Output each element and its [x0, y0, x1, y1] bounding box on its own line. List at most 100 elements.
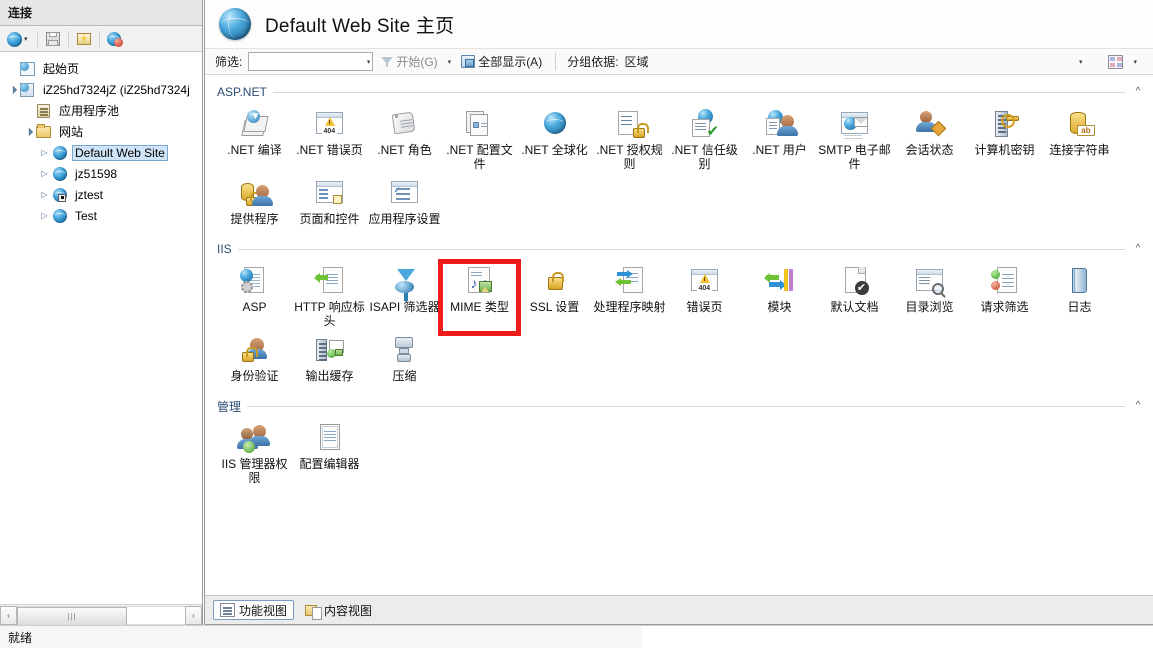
feature-tile-label: 应用程序设置 — [368, 212, 441, 226]
start-button[interactable] — [74, 29, 94, 49]
feature-tile-session-state[interactable]: 会话状态 — [892, 106, 967, 175]
scroll-right-arrow[interactable]: › — [185, 605, 202, 625]
tree-expand-arrow[interactable]: ▷ — [38, 167, 51, 180]
feature-tile-request-filtering[interactable]: 请求筛选 — [967, 263, 1042, 332]
feature-tile-http-response-headers[interactable]: HTTP 响应标头 — [292, 263, 367, 332]
start-page-icon — [19, 61, 37, 77]
tree-expand-arrow[interactable]: ▷ — [38, 188, 51, 201]
tree-item-应用程序池[interactable]: 应用程序池 — [0, 100, 202, 121]
feature-tile-isapi-filters[interactable]: ISAPI 筛选器 — [367, 263, 442, 332]
filter-dropdown-caret[interactable]: ▾ — [365, 58, 373, 66]
asp-icon — [239, 265, 271, 297]
feature-tile-asp[interactable]: ASP — [217, 263, 292, 332]
connect-dropdown-caret[interactable]: ▾ — [24, 35, 32, 43]
tree-item-label: Default Web Site — [72, 144, 168, 161]
feature-tile-net-compilation[interactable]: ▼ .NET 编译 — [217, 106, 292, 175]
tree-expand-arrow[interactable]: ▷ — [38, 146, 51, 159]
feature-tile-directory-browsing[interactable]: 目录浏览 — [892, 263, 967, 332]
feature-tile-iis-manager-permissions[interactable]: IIS 管理器权限 — [217, 420, 292, 489]
feature-tile-smtp-email[interactable]: SMTP 电子邮件 — [817, 106, 892, 175]
filter-go-label: 开始(G) — [396, 55, 438, 69]
group-by-value[interactable]: 区域 — [625, 53, 649, 70]
save-connections-button[interactable] — [43, 29, 63, 49]
tree-item-label: jztest — [75, 187, 104, 202]
feature-tile-logging[interactable]: 日志 — [1042, 263, 1117, 332]
feature-tile-net-error-pages[interactable]: 404 .NET 错误页 — [292, 106, 367, 175]
feature-tile-net-globalization[interactable]: .NET 全球化 — [517, 106, 592, 175]
filter-input[interactable] — [249, 53, 365, 70]
start-task-icon — [76, 31, 92, 47]
section-collapse-chevron[interactable]: ^ — [1131, 401, 1145, 411]
tree-item-iz25hd7324jz-(iz25hd7324j[interactable]: ◢ iZ25hd7324jZ (iZ25hd7324j — [0, 79, 202, 100]
feature-tile-net-trust-levels[interactable]: ✔ .NET 信任级别 — [667, 106, 742, 175]
feature-tile-connection-strings[interactable]: ab 连接字符串 — [1042, 106, 1117, 175]
feature-tile-mime-types[interactable]: ♪♫ MIME 类型 — [438, 259, 521, 336]
feature-tile-label: 身份验证 — [230, 369, 279, 383]
show-all-button[interactable]: 全部显示(A) — [459, 52, 544, 71]
feature-tile-output-caching[interactable]: 输出缓存 — [292, 332, 367, 390]
net-roles-icon — [389, 108, 421, 140]
tree-item-label: Test — [75, 208, 98, 223]
feature-tile-configuration-editor[interactable]: 配置编辑器 — [292, 420, 367, 489]
feature-tile-label: 默认文档 — [830, 300, 879, 314]
feature-tile-net-roles[interactable]: .NET 角色 — [367, 106, 442, 175]
feature-tile-label: 页面和控件 — [299, 212, 360, 226]
connect-button[interactable] — [4, 29, 24, 49]
section-collapse-chevron[interactable]: ^ — [1131, 244, 1145, 254]
feature-tile-compression[interactable]: 压缩 — [367, 332, 442, 390]
tree-expand-arrow[interactable]: ▷ — [38, 209, 51, 222]
connections-pane-title: 连接 — [0, 0, 202, 26]
directory-browsing-icon — [914, 265, 946, 297]
tree-item-test[interactable]: ▷ Test — [0, 205, 202, 226]
scroll-thumb[interactable]: ||| — [17, 606, 127, 626]
scroll-left-arrow[interactable]: ‹ — [0, 605, 17, 625]
feature-tile-label: 会话状态 — [905, 143, 954, 157]
status-bar: 就绪 — [0, 625, 1153, 648]
feature-tile-application-settings[interactable]: ✓ 应用程序设置 — [367, 175, 442, 233]
section-tile-grid: ▼ .NET 编译 404 .NET 错误页 .NET 角色 .NET 配置文件 .NET … — [213, 100, 1145, 233]
scroll-track[interactable]: ||| — [17, 605, 185, 626]
view-mode-caret[interactable]: ▾ — [1131, 58, 1139, 66]
tree-item-jztest[interactable]: ▷ jztest — [0, 184, 202, 205]
view-mode-button[interactable] — [1106, 54, 1125, 70]
feature-tile-error-pages[interactable]: 404 错误页 — [667, 263, 742, 332]
tree-item-网站[interactable]: ◢ 网站 — [0, 121, 202, 142]
feature-tile-authentication[interactable]: 身份验证 — [217, 332, 292, 390]
iis-manager-window: 连接 ▾ 起始页 ◢ iZ25hd7324jZ (iZ25hd7324j 应用程… — [0, 0, 1153, 648]
feature-tile-default-document[interactable]: ✔ 默认文档 — [817, 263, 892, 332]
connections-pane: 连接 ▾ 起始页 ◢ iZ25hd7324jZ (iZ25hd7324j 应用程… — [0, 0, 203, 626]
view-tab-content[interactable]: 内容视图 — [298, 600, 379, 620]
feature-tile-machine-key[interactable]: 计算机密钥 — [967, 106, 1042, 175]
tree-item-jz51598[interactable]: ▷ jz51598 — [0, 163, 202, 184]
tree-item-default-web-site[interactable]: ▷ Default Web Site — [0, 142, 202, 163]
feature-tile-label: ASP — [242, 300, 267, 314]
feature-tile-providers[interactable]: 提供程序 — [217, 175, 292, 233]
sidebar-horizontal-scrollbar[interactable]: ‹ ||| › — [0, 604, 202, 626]
feature-tile-net-profile[interactable]: .NET 配置文件 — [442, 106, 517, 175]
feature-tile-pages-and-controls[interactable]: 页面和控件 — [292, 175, 367, 233]
filter-go-button[interactable]: 开始(G) — [379, 52, 439, 71]
section-collapse-chevron[interactable]: ^ — [1131, 87, 1145, 97]
configuration-editor-icon — [314, 422, 346, 454]
filter-go-caret[interactable]: ▾ — [446, 58, 454, 66]
group-by-caret[interactable]: ▾ — [1077, 58, 1085, 66]
tree-item-label: 网站 — [59, 125, 84, 139]
feature-tile-net-authorization-rules[interactable]: .NET 授权规则 — [592, 106, 667, 175]
machine-key-icon — [989, 108, 1021, 140]
stop-button[interactable] — [105, 29, 125, 49]
connections-tree[interactable]: 起始页 ◢ iZ25hd7324jZ (iZ25hd7324j 应用程序池 ◢ 网站 ▷ De… — [0, 53, 202, 603]
view-tab-features[interactable]: 功能视图 — [213, 600, 295, 620]
feature-tile-handler-mappings[interactable]: 处理程序映射 — [592, 263, 667, 332]
feature-tile-net-users[interactable]: .NET 用户 — [742, 106, 817, 175]
feature-tile-ssl-settings[interactable]: SSL 设置 — [517, 263, 592, 332]
web-site-icon — [51, 208, 69, 224]
mime-types-icon: ♪♫ — [464, 265, 496, 297]
net-authorization-rules-icon — [614, 108, 649, 140]
toolbar-separator-2 — [68, 30, 69, 47]
tree-item-起始页[interactable]: 起始页 — [0, 58, 202, 79]
net-globalization-icon — [539, 108, 571, 140]
filter-combobox[interactable]: ▾ — [248, 52, 374, 71]
feature-tile-modules[interactable]: 模块 — [742, 263, 817, 332]
feature-tile-label: .NET 全球化 — [521, 143, 588, 157]
web-site-stopped-icon — [51, 187, 69, 203]
